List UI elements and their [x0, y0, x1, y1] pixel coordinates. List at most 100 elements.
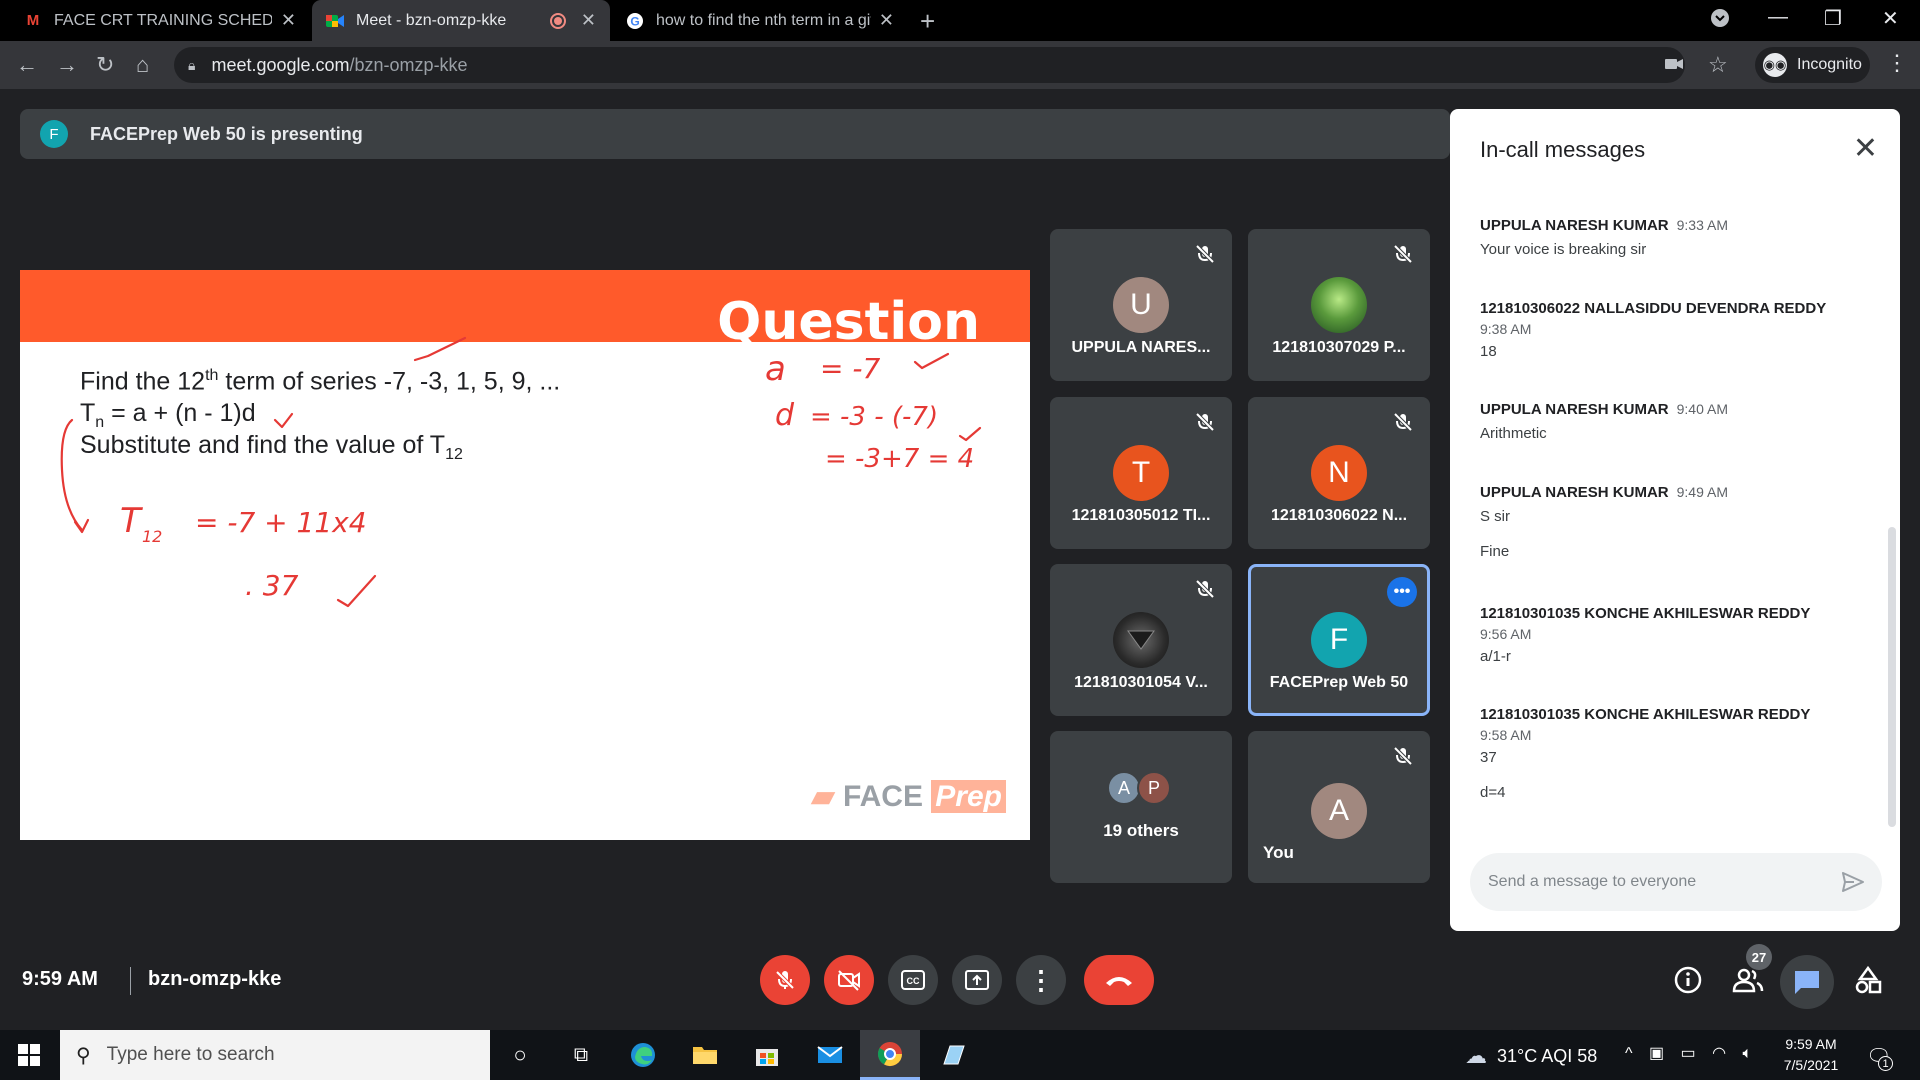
chat-message: UPPULA NARESH KUMAR 9:49 AM S sir Fine — [1480, 484, 1870, 560]
chrome-taskbar-button[interactable] — [860, 1030, 920, 1080]
faceprep-logo: ▰ FACE Prep — [812, 779, 1006, 814]
mail-icon[interactable] — [815, 1040, 845, 1070]
captions-button[interactable]: CC — [888, 955, 938, 1005]
file-explorer-icon[interactable] — [690, 1040, 720, 1070]
lock-icon: 🔒︎ — [188, 56, 196, 73]
reload-icon[interactable]: ↻ — [96, 52, 114, 78]
present-now-button[interactable] — [952, 955, 1002, 1005]
chat-bubble-icon — [1795, 971, 1819, 994]
chat-message: UPPULA NARESH KUMAR 9:33 AM Your voice is… — [1480, 217, 1870, 258]
notification-count: 1 — [1878, 1056, 1893, 1071]
meeting-details-button[interactable] — [1666, 958, 1710, 1002]
battery-icon[interactable]: ▭ — [1681, 1045, 1702, 1062]
divider — [130, 967, 131, 995]
close-tab-icon[interactable]: ✕ — [281, 10, 296, 31]
wifi-icon[interactable]: ◠ — [1712, 1045, 1732, 1062]
browser-tab-strip: M FACE CRT TRAINING SCHEDULE - ✕ Meet - … — [0, 0, 1920, 41]
message-sender: 121810306022 NALLASIDDU DEVENDRA REDDY — [1480, 300, 1827, 317]
participant-tile[interactable]: U UPPULA NARES... — [1050, 229, 1232, 381]
self-tile[interactable]: A You — [1248, 731, 1430, 883]
participant-tile[interactable]: 121810301054 V... — [1050, 564, 1232, 716]
presenting-text: FACEPrep Web 50 is presenting — [90, 123, 363, 144]
cortana-icon[interactable]: ○ — [505, 1040, 535, 1070]
participant-tile[interactable]: T 121810305012 TI... — [1050, 397, 1232, 549]
participant-name: You — [1263, 843, 1294, 862]
chevron-up-icon[interactable]: ^ — [1625, 1045, 1639, 1062]
weather-widget[interactable]: ☁ 31°C AQI 58 — [1465, 1043, 1597, 1069]
close-icon[interactable]: ✕ — [1853, 131, 1878, 166]
system-tray[interactable]: ^ ▣ ▭ ◠ 🔈︎ — [1625, 1043, 1758, 1063]
participant-name: 121810301054 V... — [1074, 674, 1208, 691]
search-placeholder: Type here to search — [106, 1044, 275, 1065]
windows-logo-icon — [18, 1044, 40, 1066]
message-text: Fine — [1480, 543, 1510, 560]
clock-time: 9:59 AM — [1785, 1036, 1837, 1052]
volume-icon[interactable]: 🔈︎ — [1743, 1045, 1759, 1062]
tab-gmail[interactable]: M FACE CRT TRAINING SCHEDULE - ✕ — [10, 0, 310, 41]
maximize-button[interactable]: ❐ — [1824, 6, 1842, 31]
camera-icon[interactable] — [1665, 57, 1683, 76]
leave-call-button[interactable] — [1084, 955, 1154, 1005]
others-tile[interactable]: A P 19 others — [1050, 731, 1232, 883]
tab-google-search[interactable]: G how to find the nth term in a give ✕ — [612, 0, 908, 41]
incognito-indicator[interactable]: ◉◉ Incognito — [1755, 47, 1870, 83]
more-options-button[interactable]: ⋮ — [1016, 955, 1066, 1005]
svg-text:= -3 - (-7): = -3 - (-7) — [810, 402, 938, 432]
sticky-app-icon[interactable] — [938, 1040, 968, 1070]
close-tab-icon[interactable]: ✕ — [879, 10, 894, 31]
taskbar-search-box[interactable]: ⚲ Type here to search — [60, 1030, 490, 1080]
back-icon[interactable]: ← — [16, 52, 38, 78]
edge-icon[interactable] — [628, 1040, 658, 1070]
message-text: 18 — [1480, 343, 1497, 360]
tab-meet[interactable]: Meet - bzn-omzp-kke ✕ — [312, 0, 610, 41]
message-sender: UPPULA NARESH KUMAR — [1480, 217, 1669, 234]
task-view-icon[interactable]: ⧉ — [566, 1040, 596, 1070]
incognito-icon: ◉◉ — [1763, 53, 1787, 77]
chat-button[interactable] — [1780, 955, 1834, 1009]
participant-count-badge: 27 — [1746, 944, 1772, 970]
message-text: Arithmetic — [1480, 425, 1547, 442]
meet-tray-icon[interactable]: ▣ — [1649, 1045, 1670, 1062]
notification-center-button[interactable]: 🗨︎ 1 — [1866, 1044, 1893, 1071]
more-options-icon[interactable]: ••• — [1387, 577, 1417, 607]
svg-text:= -7 + 11x4: = -7 + 11x4 — [195, 506, 367, 539]
activities-button[interactable] — [1846, 958, 1890, 1002]
svg-text:T: T — [120, 501, 143, 541]
chat-message-input[interactable]: Send a message to everyone — [1470, 853, 1882, 911]
camera-toggle-button[interactable] — [824, 955, 874, 1005]
message-text: d=4 — [1480, 784, 1506, 801]
chat-message: UPPULA NARESH KUMAR 9:40 AM Arithmetic — [1480, 401, 1870, 442]
message-sender: 121810301035 KONCHE AKHILESWAR REDDY — [1480, 605, 1811, 622]
send-icon[interactable] — [1840, 869, 1866, 895]
url-bar[interactable]: 🔒︎ meet.google.com/bzn-omzp-kke — [174, 47, 1685, 83]
tab-search-icon[interactable] — [1710, 8, 1730, 34]
message-sender: 121810301035 KONCHE AKHILESWAR REDDY — [1480, 706, 1811, 723]
close-tab-icon[interactable]: ✕ — [581, 10, 596, 31]
camera-off-icon — [838, 970, 860, 991]
more-vert-icon: ⋮ — [1028, 964, 1054, 995]
microphone-toggle-button[interactable] — [760, 955, 810, 1005]
new-tab-button[interactable]: + — [920, 6, 935, 37]
home-icon[interactable]: ⌂ — [136, 52, 149, 78]
avatar: T — [1113, 445, 1169, 501]
activities-icon — [1855, 966, 1882, 994]
message-sender: UPPULA NARESH KUMAR — [1480, 401, 1669, 418]
info-icon — [1674, 966, 1702, 994]
weather-text: 31°C AQI 58 — [1497, 1045, 1598, 1066]
microsoft-store-icon[interactable] — [752, 1040, 782, 1070]
participant-tile[interactable]: 121810307029 P... — [1248, 229, 1430, 381]
presentation-slide: Question Find the 12th term of series -7… — [20, 270, 1030, 840]
cloud-icon: ☁ — [1465, 1043, 1487, 1068]
chat-scrollbar[interactable] — [1888, 527, 1896, 827]
taskbar-clock[interactable]: 9:59 AM 7/5/2021 — [1775, 1034, 1847, 1076]
close-window-button[interactable]: ✕ — [1882, 6, 1899, 31]
minimize-button[interactable]: — — [1768, 6, 1788, 29]
forward-icon[interactable]: → — [56, 52, 78, 78]
gmail-icon: M — [26, 12, 40, 29]
windows-start-button[interactable] — [18, 1044, 40, 1071]
participant-tile-active-speaker[interactable]: ••• F FACEPrep Web 50 — [1248, 564, 1430, 716]
svg-text:CC: CC — [907, 976, 920, 986]
bookmark-star-icon[interactable]: ☆ — [1708, 52, 1728, 78]
browser-menu-icon[interactable]: ⋮ — [1886, 50, 1908, 76]
participant-tile[interactable]: N 121810306022 N... — [1248, 397, 1430, 549]
